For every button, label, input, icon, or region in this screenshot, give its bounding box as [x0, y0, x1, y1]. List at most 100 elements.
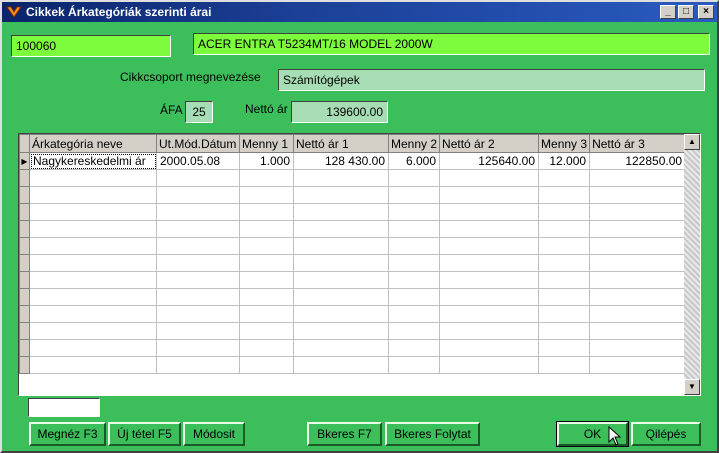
grid-cell[interactable] [589, 186, 687, 204]
grid-cell[interactable] [387, 186, 441, 204]
status-input[interactable] [28, 398, 100, 417]
column-header[interactable]: Nettó ár 2 [439, 134, 540, 153]
grid-cell[interactable] [538, 339, 591, 357]
grid-cell[interactable]: 2000.05.08 [156, 152, 240, 170]
grid-cell[interactable] [439, 305, 540, 323]
grid-cell[interactable] [293, 237, 389, 255]
grid-cell[interactable] [239, 186, 294, 204]
grid-cell[interactable] [293, 169, 389, 187]
grid-cell[interactable] [156, 203, 240, 221]
grid-cell[interactable] [538, 203, 591, 221]
grid-cell[interactable] [156, 220, 240, 238]
grid-cell[interactable] [156, 237, 240, 255]
grid-cell[interactable] [538, 288, 591, 306]
grid-cell[interactable] [29, 254, 157, 272]
grid-cell[interactable] [589, 203, 687, 221]
grid-cell[interactable] [293, 271, 389, 289]
grid-cell[interactable]: 122850.00 [589, 152, 687, 170]
grid-cell[interactable] [239, 305, 294, 323]
grid-cell[interactable] [387, 356, 441, 374]
grid-cell[interactable] [538, 305, 591, 323]
modify-button[interactable]: Módosit [183, 422, 245, 446]
column-header[interactable]: Nettó ár 3 [589, 134, 687, 153]
grid-cell[interactable]: 6.000 [387, 152, 441, 170]
grid-cell[interactable] [29, 203, 157, 221]
grid-cell[interactable] [387, 203, 441, 221]
vertical-scrollbar[interactable]: ▲ ▼ [684, 134, 700, 395]
grid-cell[interactable] [387, 339, 441, 357]
grid-cell[interactable] [156, 322, 240, 340]
grid-cell[interactable] [29, 288, 157, 306]
grid-cell[interactable] [29, 220, 157, 238]
grid-cell[interactable] [589, 322, 687, 340]
price-category-grid[interactable]: Árkategória neve Ut.Mód.Dátum Menny 1 Ne… [18, 133, 701, 396]
grid-cell[interactable] [439, 322, 540, 340]
product-name-field[interactable]: ACER ENTRA T5234MT/16 MODEL 2000W [193, 33, 710, 55]
grid-cell[interactable]: Nagykereskedelmi ár [29, 152, 157, 170]
grid-cell[interactable] [589, 356, 687, 374]
grid-cell[interactable] [589, 237, 687, 255]
table-row[interactable]: ▶ Nagykereskedelmi ár 2000.05.08 1.000 1… [19, 152, 687, 170]
column-header[interactable]: Menny 1 [239, 134, 294, 153]
grid-cell[interactable] [156, 305, 240, 323]
empty-table-row[interactable] [19, 254, 687, 272]
grid-cell[interactable] [293, 305, 389, 323]
scroll-up-icon[interactable]: ▲ [684, 134, 700, 150]
grid-cell[interactable]: 1.000 [239, 152, 294, 170]
grid-cell[interactable] [387, 237, 441, 255]
empty-table-row[interactable] [19, 203, 687, 221]
grid-cell[interactable] [29, 305, 157, 323]
grid-cell[interactable] [439, 339, 540, 357]
empty-table-row[interactable] [19, 186, 687, 204]
grid-cell[interactable]: 125640.00 [439, 152, 540, 170]
grid-cell[interactable] [156, 254, 240, 272]
grid-cell[interactable] [439, 186, 540, 204]
empty-table-row[interactable] [19, 288, 687, 306]
grid-cell[interactable] [29, 271, 157, 289]
grid-cell[interactable] [293, 220, 389, 238]
empty-table-row[interactable] [19, 339, 687, 357]
grid-cell[interactable] [239, 356, 294, 374]
grid-cell[interactable] [589, 169, 687, 187]
column-header[interactable]: Menny 3 [538, 134, 591, 153]
grid-cell[interactable] [156, 356, 240, 374]
grid-cell[interactable] [439, 271, 540, 289]
grid-cell[interactable] [538, 322, 591, 340]
grid-cell[interactable] [538, 254, 591, 272]
search-button[interactable]: Bkeres F7 [307, 422, 382, 446]
column-header[interactable]: Ut.Mód.Dátum [156, 134, 240, 153]
grid-cell[interactable] [293, 254, 389, 272]
grid-cell[interactable] [439, 169, 540, 187]
grid-cell[interactable] [439, 356, 540, 374]
empty-table-row[interactable] [19, 220, 687, 238]
empty-table-row[interactable] [19, 322, 687, 340]
grid-cell[interactable] [293, 203, 389, 221]
grid-cell[interactable] [156, 339, 240, 357]
grid-cell[interactable] [387, 220, 441, 238]
grid-cell[interactable] [29, 322, 157, 340]
grid-cell[interactable] [293, 339, 389, 357]
grid-cell[interactable] [387, 322, 441, 340]
grid-cell[interactable] [439, 288, 540, 306]
grid-cell[interactable]: 12.000 [538, 152, 591, 170]
grid-cell[interactable] [156, 186, 240, 204]
grid-cell[interactable] [239, 288, 294, 306]
grid-cell[interactable] [156, 288, 240, 306]
grid-cell[interactable] [293, 322, 389, 340]
grid-cell[interactable] [589, 254, 687, 272]
scroll-down-icon[interactable]: ▼ [684, 379, 700, 395]
grid-cell[interactable] [293, 288, 389, 306]
grid-cell[interactable] [29, 186, 157, 204]
grid-cell[interactable] [387, 271, 441, 289]
grid-cell[interactable]: 128 430.00 [293, 152, 389, 170]
grid-cell[interactable] [239, 169, 294, 187]
grid-cell[interactable] [293, 356, 389, 374]
grid-cell[interactable] [538, 220, 591, 238]
new-item-button[interactable]: Új tétel F5 [108, 422, 181, 446]
grid-cell[interactable] [387, 169, 441, 187]
grid-cell[interactable] [589, 339, 687, 357]
grid-cell[interactable] [538, 169, 591, 187]
minimize-button[interactable]: _ [660, 5, 676, 19]
empty-table-row[interactable] [19, 169, 687, 187]
grid-cell[interactable] [29, 237, 157, 255]
